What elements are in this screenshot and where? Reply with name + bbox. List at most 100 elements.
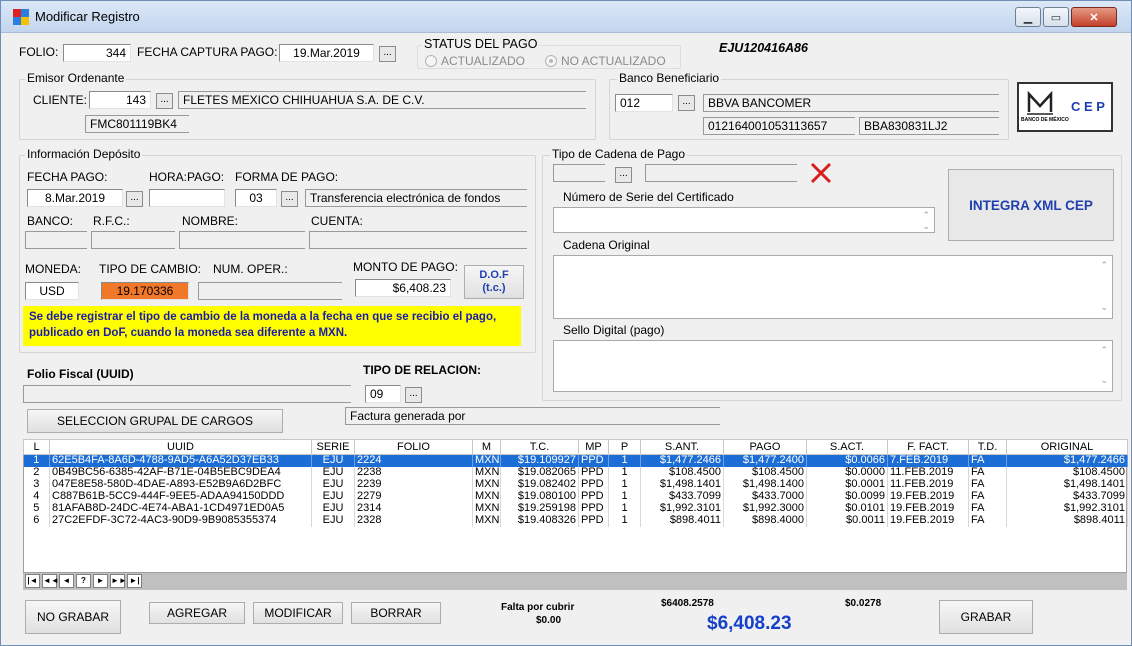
table-cell: 19.FEB.2019	[887, 490, 969, 503]
table-cell: 3	[23, 478, 50, 491]
cadena-original-field[interactable]: ⌃ ⌄	[553, 255, 1113, 319]
table-cell: PPD	[578, 490, 609, 503]
banco-search-button[interactable]: ...	[678, 95, 695, 111]
agregar-button[interactable]: AGREGAR	[149, 602, 245, 624]
nav-prev-page-button[interactable]: ◄◄	[42, 574, 59, 588]
grid-col-uuid[interactable]: UUID	[49, 439, 312, 455]
integra-xml-cep-button[interactable]: INTEGRA XML CEP	[948, 169, 1114, 241]
tipo-cadena-search-button[interactable]: ...	[615, 167, 632, 183]
minimize-button[interactable]: ▁	[1015, 7, 1041, 27]
table-row[interactable]: 3 047E8E58-580D-4DAE-A893-E52B9A6D2BFC EJU…	[23, 478, 1128, 491]
table-cell: 047E8E58-580D-4DAE-A893-E52B9A6D2BFC	[49, 478, 312, 491]
status-no-actualizado-radio[interactable]	[545, 55, 557, 67]
nav-prev-button[interactable]: ◄	[59, 574, 74, 588]
table-row[interactable]: 6 27C2EFDF-3C72-4AC3-90D9-9B9085355374 EJU…	[23, 514, 1128, 527]
table-cell: $19.259198	[500, 502, 579, 515]
table-cell: PPD	[578, 478, 609, 491]
forma-pago-codigo-field[interactable]: 03	[235, 189, 277, 207]
num-oper-field[interactable]	[198, 282, 342, 300]
table-row[interactable]: 4 C887B61B-5CC9-444F-9EE5-ADAA94150DDD EJU…	[23, 490, 1128, 503]
cuenta-deposito-field[interactable]	[309, 231, 527, 249]
banco-label: BANCO:	[27, 214, 74, 228]
modificar-button[interactable]: MODIFICAR	[253, 602, 343, 624]
grabar-button[interactable]: GRABAR	[939, 600, 1033, 634]
table-row[interactable]: 1 62E5B4FA-8A6D-4788-9AD5-A6A52D37EB33 EJU…	[23, 454, 1128, 467]
grid-col-p[interactable]: P	[608, 439, 641, 455]
table-row[interactable]: 5 81AFAB8D-24DC-4E74-ABA1-1CD4971ED0A5 EJU…	[23, 502, 1128, 515]
grid-col-s-ant[interactable]: S.ANT.	[640, 439, 724, 455]
fecha-pago-picker-button[interactable]: ...	[126, 191, 143, 207]
nombre-deposito-field[interactable]	[179, 231, 305, 249]
banco-deposito-field[interactable]	[25, 231, 87, 249]
folio-field[interactable]: 344	[63, 44, 131, 62]
rfc-deposito-field[interactable]	[91, 231, 175, 249]
grid-col-folio[interactable]: FOLIO	[354, 439, 473, 455]
grid-col-s-act[interactable]: S.ACT.	[806, 439, 888, 455]
monto-field[interactable]: $6,408.23	[355, 279, 451, 297]
tipo-cadena-field[interactable]	[553, 164, 605, 182]
table-cell: $0.0066	[806, 454, 888, 467]
grid-col-f-fact[interactable]: F. FACT.	[887, 439, 969, 455]
scroll-up-icon[interactable]: ⌃	[1100, 260, 1108, 271]
table-row[interactable]: 2 0B49BC56-6385-42AF-B71E-04B5EBC9DEA4 EJU…	[23, 466, 1128, 479]
moneda-field[interactable]: USD	[25, 282, 79, 300]
grid-col-m[interactable]: M	[472, 439, 501, 455]
nav-next-button[interactable]: ►	[93, 574, 108, 588]
grid-navigator: |◄ ◄◄ ◄? ► ►► ►|	[23, 573, 1127, 590]
scroll-up-icon[interactable]: ⌃	[922, 210, 930, 221]
fecha-captura-field[interactable]: 19.Mar.2019	[279, 44, 374, 62]
no-grabar-button[interactable]: NO GRABAR	[25, 600, 121, 634]
grid-rows[interactable]: 1 62E5B4FA-8A6D-4788-9AD5-A6A52D37EB33 EJU…	[23, 454, 1128, 527]
tipo-relacion-codigo-field[interactable]: 09	[365, 385, 401, 403]
table-cell: 1	[608, 466, 641, 479]
title-bar[interactable]: Modificar Registro ▁ ▭ ✕	[1, 1, 1131, 33]
grid-col-t-c[interactable]: T.C.	[500, 439, 579, 455]
grid-col-original[interactable]: ORIGINAL	[1006, 439, 1128, 455]
tipo-relacion-search-button[interactable]: ...	[405, 387, 422, 403]
close-icon: ✕	[1089, 11, 1099, 24]
table-cell: 2224	[354, 454, 473, 467]
num-serie-field[interactable]: ⌃ ⌄	[553, 207, 935, 233]
banco-codigo-field[interactable]: 012	[615, 94, 673, 112]
maximize-button[interactable]: ▭	[1043, 7, 1069, 27]
scroll-down-icon[interactable]: ⌄	[922, 221, 930, 232]
borrar-button[interactable]: BORRAR	[351, 602, 441, 624]
tipo-cambio-field[interactable]: 19.170336	[101, 282, 189, 300]
hora-pago-field[interactable]	[149, 189, 225, 207]
cargos-table[interactable]: L UUID SERIE FOLIO M T.C. MP P S.ANT. PAGO S.ACT. F…	[23, 439, 1128, 527]
scroll-down-icon[interactable]: ⌄	[1100, 302, 1108, 313]
cliente-field[interactable]: 143	[89, 91, 151, 109]
grid-col-t-d[interactable]: T.D.	[968, 439, 1007, 455]
scroll-up-icon[interactable]: ⌃	[1100, 345, 1108, 356]
sello-digital-field[interactable]: ⌃ ⌄	[553, 340, 1113, 392]
cep-button[interactable]: BANCO DE MÉXICO C E P	[1017, 82, 1113, 132]
status-actualizado-radio[interactable]	[425, 55, 437, 67]
grid-col-mp[interactable]: MP	[578, 439, 609, 455]
table-cell: 0B49BC56-6385-42AF-B71E-04B5EBC9DEA4	[49, 466, 312, 479]
seleccion-grupal-button[interactable]: SELECCION GRUPAL DE CARGOS	[27, 409, 283, 433]
close-button[interactable]: ✕	[1071, 7, 1117, 27]
nav-next-page-button[interactable]: ►►	[110, 574, 127, 588]
table-cell: $19.082402	[500, 478, 579, 491]
forma-pago-search-button[interactable]: ...	[281, 191, 298, 207]
table-cell: $898.4011	[1006, 514, 1128, 527]
nav-last-button[interactable]: ►|	[127, 574, 142, 588]
grid-col-serie[interactable]: SERIE	[311, 439, 355, 455]
scroll-down-icon[interactable]: ⌄	[1100, 375, 1108, 386]
nav-first-button[interactable]: |◄	[25, 574, 40, 588]
table-cell: PPD	[578, 514, 609, 527]
folio-fiscal-field[interactable]	[23, 385, 351, 403]
table-cell: EJU	[311, 502, 355, 515]
table-cell: $898.4000	[723, 514, 807, 527]
grid-col-l[interactable]: L	[23, 439, 50, 455]
rfc-emisor: EJU120416A86	[719, 41, 808, 55]
fecha-captura-picker-button[interactable]: ...	[379, 46, 396, 62]
grid-col-pago[interactable]: PAGO	[723, 439, 807, 455]
fecha-pago-field[interactable]: 8.Mar.2019	[27, 189, 123, 207]
nav-search-button[interactable]: ?	[76, 574, 91, 588]
clear-x-icon[interactable]	[809, 161, 833, 185]
total-sact: $0.0278	[845, 598, 882, 609]
dof-button[interactable]: D.O.F (t.c.)	[464, 265, 524, 299]
cliente-search-button[interactable]: ...	[156, 93, 173, 109]
table-cell: $433.7099	[640, 490, 724, 503]
